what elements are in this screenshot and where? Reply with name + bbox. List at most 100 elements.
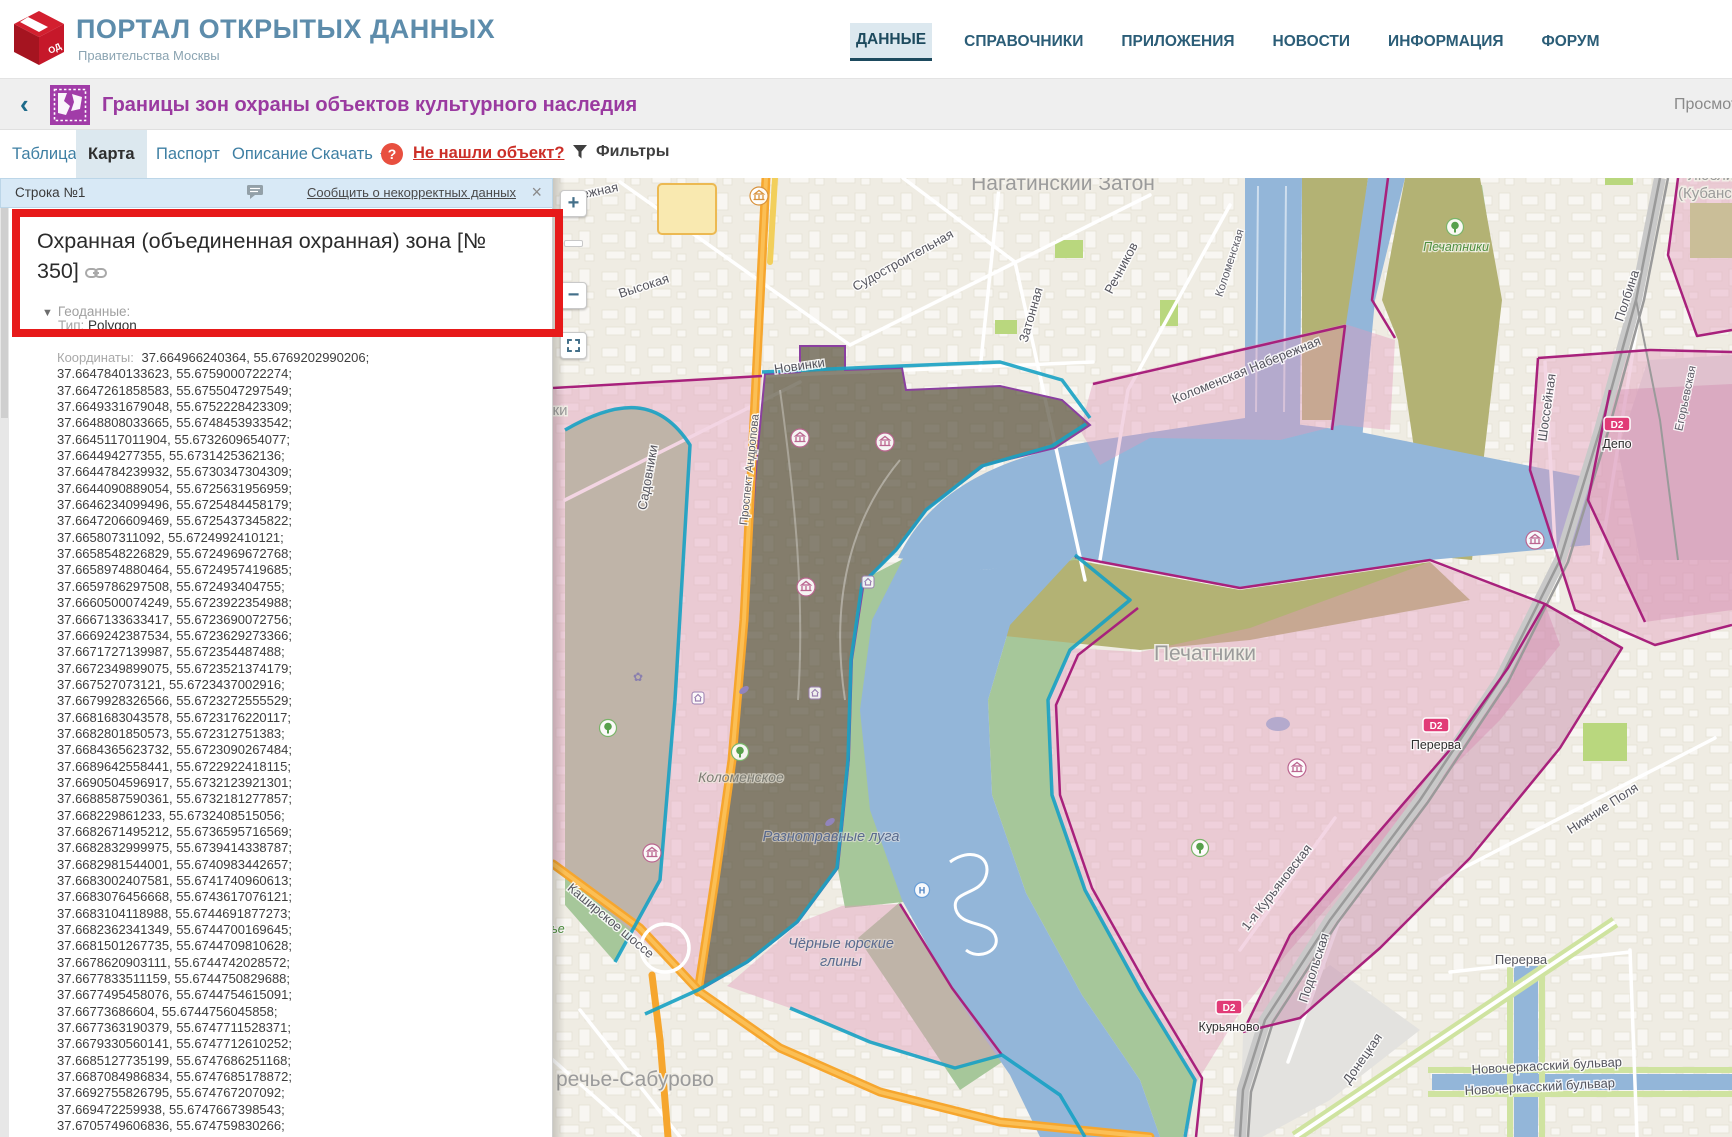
coordinate-row: 37.6646234099496, 55.6725484458179; <box>0 497 553 513</box>
svg-text:Перерва: Перерва <box>1411 738 1461 752</box>
school-block <box>658 184 716 234</box>
filters-label: Фильтры <box>596 143 669 161</box>
breadcrumb-bar: ‹ Границы зон охраны объектов культурног… <box>0 78 1732 130</box>
tree-icon <box>1447 219 1464 236</box>
zoom-slider-tick[interactable] <box>564 240 583 247</box>
coordinate-row: 37.6689642558441, 55.6722922418115; <box>0 759 553 775</box>
site-title[interactable]: ПОРТАЛ ОТКРЫТЫХ ДАННЫХ <box>76 14 495 45</box>
coordinate-row: 37.6682671495212, 55.6736595716569; <box>0 824 553 840</box>
map-label: Печатники <box>1423 240 1489 254</box>
dataset-title[interactable]: Границы зон охраны объектов культурного … <box>102 94 637 117</box>
views-counter: Просмотров <box>1674 96 1732 114</box>
museum-o-icon <box>750 187 768 205</box>
map-label: Перерва <box>1495 952 1548 967</box>
tree-icon <box>1192 840 1209 857</box>
zoom-out-button[interactable]: − <box>560 282 587 309</box>
coordinate-row: 37.6682832999975, 55.6739414338787; <box>0 840 553 856</box>
coordinate-row: 37.6658974880464, 55.6724957419685; <box>0 562 553 578</box>
nav-item-info[interactable]: ИНФОРМАЦИЯ <box>1382 25 1509 60</box>
coordinate-row: 37.6681501267735, 55.6744709810628; <box>0 938 553 954</box>
coordinate-row: 37.6658548226829, 55.6724969672768; <box>0 546 553 562</box>
nav-item-forum[interactable]: ФОРУМ <box>1536 25 1606 60</box>
report-bubble-icon[interactable] <box>246 184 264 200</box>
close-icon[interactable]: × <box>531 182 542 203</box>
tree-icon <box>732 744 749 761</box>
map-svg: ✿Н D2ДепоD2ПерерваD2Курьяново Нагатински… <box>553 178 1732 1137</box>
map-label: глины <box>820 954 862 970</box>
map-canvas[interactable]: ✿Н D2ДепоD2ПерерваD2Курьяново Нагатински… <box>553 178 1732 1137</box>
tabs-row: Таблица Карта Паспорт Описание Скачать ?… <box>0 130 1732 178</box>
coordinate-row: Координаты: 37.664966240364, 55.67692029… <box>0 350 553 366</box>
site-header: ОД ПОРТАЛ ОТКРЫТЫХ ДАННЫХ Правительства … <box>0 0 1732 78</box>
map-label: ки <box>553 402 567 419</box>
dataset-icon[interactable] <box>50 85 90 125</box>
coordinate-row: 37.6659786297508, 55.672493404755; <box>0 579 553 595</box>
home-icon <box>862 576 874 588</box>
type-label: Тип: <box>58 318 84 333</box>
coordinate-row: 37.6660500074249, 55.6723922354988; <box>0 595 553 611</box>
nav-item-directories[interactable]: СПРАВОЧНИКИ <box>958 25 1089 60</box>
svg-text:Депо: Депо <box>1602 437 1631 451</box>
museum-icon <box>643 844 661 862</box>
museum-icon <box>797 578 815 596</box>
coordinate-row: 37.6681683043578, 55.6723176220117; <box>0 710 553 726</box>
svg-text:D2: D2 <box>1430 721 1443 732</box>
fullscreen-button[interactable] <box>560 332 587 359</box>
main-nav: ДАННЫЕ СПРАВОЧНИКИ ПРИЛОЖЕНИЯ НОВОСТИ ИН… <box>850 22 1606 62</box>
svg-text:Курьяново: Курьяново <box>1199 1020 1260 1034</box>
coordinate-row: 37.667527073121, 55.6723437002916; <box>0 677 553 693</box>
svg-text:Н: Н <box>919 886 926 896</box>
zoom-in-button[interactable]: + <box>560 190 587 217</box>
coordinate-row: 37.6671727139987, 55.672354487488; <box>0 644 553 660</box>
coordinate-row: 37.6677363190379, 55.6747711528371; <box>0 1020 553 1036</box>
geodata-toggle[interactable]: ▼Геоданные: <box>42 304 130 319</box>
coordinate-row: 37.6648808033665, 55.6748453933542; <box>0 415 553 431</box>
filters-button[interactable]: Фильтры <box>572 143 669 161</box>
coordinate-row: 37.6679928326566, 55.6723272555529; <box>0 693 553 709</box>
permalink-icon[interactable] <box>85 266 107 280</box>
coordinate-row: 37.669472259938, 55.6747667398543; <box>0 1102 553 1118</box>
report-incorrect-data-link[interactable]: Сообщить о некорректных данных <box>307 185 516 200</box>
map-label: Разнотравные луга <box>763 829 900 845</box>
row-label: Строка №1 <box>15 185 85 200</box>
museum-icon <box>1526 531 1544 549</box>
nav-item-data[interactable]: ДАННЫЕ <box>850 23 932 61</box>
coordinate-row: 37.6647261858583, 55.6755047297549; <box>0 383 553 399</box>
coordinate-row: 37.6644784239932, 55.6730347304309; <box>0 464 553 480</box>
coordinate-row: 37.6677833511159, 55.6744750829688; <box>0 971 553 987</box>
flower-icon: ✿ <box>633 670 643 684</box>
nav-item-apps[interactable]: ПРИЛОЖЕНИЯ <box>1115 25 1240 60</box>
coordinate-row: 37.6645117011904, 55.6732609654077; <box>0 432 553 448</box>
coordinate-row: 37.665807311092, 55.6724992410121; <box>0 530 553 546</box>
svg-text:D2: D2 <box>1223 1003 1236 1014</box>
home-icon <box>809 687 821 699</box>
tab-map[interactable]: Карта <box>76 130 147 178</box>
coordinate-row: 37.6684365623732, 55.6723090267484; <box>0 742 553 758</box>
coordinate-row: 37.6647206609469, 55.6725437345822; <box>0 513 553 529</box>
coordinate-row: 37.6692755826795, 55.674767207092; <box>0 1085 553 1101</box>
not-found-link[interactable]: Не нашли объект? <box>413 144 564 163</box>
back-icon[interactable]: ‹ <box>20 89 29 120</box>
map-label: Чёрные юрские <box>788 936 894 952</box>
coordinates-list: Координаты: 37.664966240364, 55.67692029… <box>0 350 553 1137</box>
nav-item-news[interactable]: НОВОСТИ <box>1267 25 1357 60</box>
coordinate-row: 37.6685127735199, 55.6747686251168; <box>0 1053 553 1069</box>
object-title: Охранная (объединенная охранная) зона [№… <box>37 226 505 286</box>
coordinate-row: 37.6682362341349, 55.6744700169645; <box>0 922 553 938</box>
site-subtitle: Правительства Москвы <box>78 48 220 63</box>
map-label: речье-Сабурово <box>556 1068 714 1091</box>
portal-logo-icon[interactable]: ОД <box>10 8 68 68</box>
map-label: Люблино <box>1688 178 1732 184</box>
fullscreen-icon <box>567 339 580 352</box>
coordinate-row: 37.6682981544001, 55.6740983442657; <box>0 857 553 873</box>
coordinate-row: 37.668229861233, 55.6732408515056; <box>0 808 553 824</box>
tab-passport[interactable]: Паспорт <box>144 130 232 178</box>
museum-icon <box>1288 759 1306 777</box>
map-label: Печатники <box>1154 642 1256 665</box>
home-icon <box>692 692 704 704</box>
help-icon[interactable]: ? <box>381 143 403 165</box>
coordinate-row: 37.6677495458076, 55.6744754615091; <box>0 987 553 1003</box>
filter-icon <box>572 144 588 160</box>
svg-text:✿: ✿ <box>633 670 643 684</box>
coordinate-row: 37.6672349899075, 55.6723521374179; <box>0 661 553 677</box>
